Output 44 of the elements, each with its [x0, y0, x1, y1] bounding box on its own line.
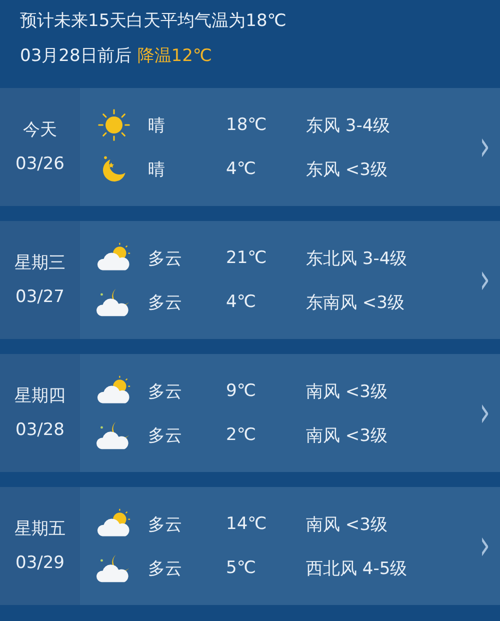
date-label: 03/28: [16, 419, 64, 441]
forecast-summary: 预计未来15天白天平均气温为18℃: [20, 10, 288, 33]
chevron-icon: ›: [480, 123, 490, 171]
sun-icon: [95, 108, 133, 142]
wind-info: 东北风 3-4级: [306, 248, 408, 270]
wind-info: 东风 <3级: [306, 158, 388, 180]
temperature: 14℃: [226, 514, 268, 534]
temperature: 18℃: [226, 115, 268, 135]
day-card[interactable]: 星期四 03/28 多云 9℃ 南风 <3级 多云 2℃ 南风 <3级 ›: [0, 354, 500, 472]
day-card[interactable]: 星期五 03/29 多云 14℃ 南风 <3级 多云 5℃ 西北风 4-5级 ›: [0, 487, 500, 605]
temperature: 2℃: [226, 425, 257, 445]
wind-info: 东南风 <3级: [306, 292, 404, 314]
temperature: 21℃: [226, 248, 268, 268]
day-name: 今天: [23, 119, 57, 141]
day-card[interactable]: 星期三 03/27 多云 21℃ 东北风 3-4级 多云 4℃ 东南风 <3级 ›: [0, 221, 500, 339]
weather-condition: 多云: [148, 514, 183, 536]
day-name: 星期五: [14, 518, 66, 540]
weather-condition: 多云: [148, 424, 183, 446]
chevron-icon: ›: [480, 522, 490, 570]
wind-info: 西北风 4-5级: [306, 558, 408, 580]
date-label: 03/26: [16, 153, 64, 175]
temperature: 9℃: [226, 381, 257, 401]
chevron-icon: ›: [480, 256, 490, 304]
temperature: 5℃: [226, 558, 257, 578]
temperature: 4℃: [226, 292, 257, 312]
weather-condition: 多云: [148, 248, 183, 270]
temperature: 4℃: [226, 159, 257, 179]
weather-condition: 多云: [148, 558, 183, 580]
wind-info: 南风 <3级: [306, 380, 388, 402]
chevron-icon: ›: [480, 389, 490, 437]
wind-info: 南风 <3级: [306, 424, 388, 446]
weather-condition: 晴: [148, 158, 166, 180]
weather-condition: 晴: [148, 114, 166, 136]
date-label: 03/29: [16, 552, 64, 574]
cooling-amount: 降温12℃: [137, 45, 212, 68]
weather-condition: 多云: [148, 380, 183, 402]
date-label: 03/27: [16, 286, 64, 308]
day-name: 星期三: [14, 252, 66, 274]
wind-info: 南风 <3级: [306, 514, 388, 536]
weather-condition: 多云: [148, 292, 183, 314]
day-name: 星期四: [14, 385, 66, 407]
day-card[interactable]: 今天 03/26 晴 18℃ 东风 3-4级 晴 4℃ 东风 <3级 ›: [0, 88, 500, 206]
wind-info: 东风 3-4级: [306, 114, 390, 136]
cooling-date: 03月28日前后: [20, 45, 132, 68]
